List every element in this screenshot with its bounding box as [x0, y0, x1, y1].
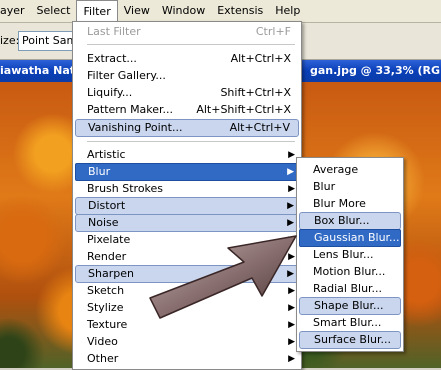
- submenu-stylize[interactable]: Stylize ▶: [75, 299, 299, 317]
- blur-more-item[interactable]: Blur More: [299, 195, 401, 213]
- filter-gallery-label: Filter Gallery...: [87, 69, 166, 82]
- submenu-label: Stylize: [87, 301, 124, 314]
- vanishing-point-shortcut: Alt+Ctrl+V: [229, 121, 290, 134]
- submenu-arrow-icon: ▶: [287, 167, 294, 177]
- blur-item-label: Blur More: [313, 197, 366, 210]
- submenu-video[interactable]: Video ▶: [75, 333, 299, 351]
- shape-blur-item[interactable]: Shape Blur...: [299, 297, 401, 315]
- blur-item-label: Radial Blur...: [313, 282, 383, 295]
- vanishing-point-item[interactable]: Vanishing Point... Alt+Ctrl+V: [75, 119, 299, 137]
- submenu-label: Texture: [87, 318, 128, 331]
- submenu-arrow-icon: ▶: [288, 286, 295, 296]
- submenu-label: Noise: [88, 216, 119, 229]
- submenu-texture[interactable]: Texture ▶: [75, 316, 299, 334]
- submenu-label: Blur: [88, 165, 111, 178]
- menu-select[interactable]: Select: [31, 0, 77, 22]
- blur-item-label: Shape Blur...: [314, 299, 384, 312]
- blur-item-label: Gaussian Blur...: [314, 231, 400, 244]
- gaussian-blur-item[interactable]: Gaussian Blur...: [299, 229, 401, 247]
- blur-item-label: Surface Blur...: [314, 333, 391, 346]
- liquify-shortcut: Shift+Ctrl+X: [220, 86, 291, 99]
- blur-blur-item[interactable]: Blur: [299, 178, 401, 196]
- menu-filter[interactable]: Filter: [76, 0, 118, 22]
- motion-blur-item[interactable]: Motion Blur...: [299, 263, 401, 281]
- vanishing-point-label: Vanishing Point...: [88, 121, 183, 134]
- menu-divider: [87, 141, 295, 142]
- last-filter-shortcut: Ctrl+F: [255, 25, 291, 38]
- submenu-arrow-icon: ▶: [288, 354, 295, 364]
- menu-view[interactable]: View: [118, 0, 156, 22]
- blur-item-label: Average: [313, 163, 359, 176]
- submenu-other[interactable]: Other ▶: [75, 350, 299, 368]
- submenu-label: Video: [87, 335, 118, 348]
- blur-item-label: Motion Blur...: [313, 265, 386, 278]
- submenu-label: Sharpen: [88, 267, 134, 280]
- submenu-label: Sketch: [87, 284, 125, 297]
- submenu-label: Distort: [88, 199, 126, 212]
- submenu-arrow-icon: ▶: [287, 269, 294, 279]
- submenu-blur[interactable]: Blur ▶: [75, 163, 299, 181]
- submenu-artistic[interactable]: Artistic ▶: [75, 146, 299, 164]
- menu-divider: [87, 44, 295, 45]
- blur-item-label: Blur: [313, 180, 336, 193]
- surface-blur-item[interactable]: Surface Blur...: [299, 331, 401, 349]
- submenu-distort[interactable]: Distort ▶: [75, 197, 299, 215]
- submenu-render[interactable]: Render ▶: [75, 248, 299, 266]
- last-filter-item: Last Filter Ctrl+F: [75, 23, 299, 41]
- smart-blur-item[interactable]: Smart Blur...: [299, 314, 401, 332]
- extract-item[interactable]: Extract... Alt+Ctrl+X: [75, 50, 299, 68]
- box-blur-item[interactable]: Box Blur...: [299, 212, 401, 230]
- submenu-label: Pixelate: [87, 233, 131, 246]
- submenu-noise[interactable]: Noise ▶: [75, 214, 299, 232]
- menu-window[interactable]: Window: [156, 0, 211, 22]
- blur-submenu: Average Blur Blur More Box Blur... Gauss…: [296, 157, 404, 352]
- submenu-arrow-icon: ▶: [288, 303, 295, 313]
- submenu-arrow-icon: ▶: [288, 235, 295, 245]
- submenu-sharpen[interactable]: Sharpen ▶: [75, 265, 299, 283]
- menu-bar: ayer Select Filter View Window Extensis …: [0, 0, 441, 23]
- sample-size-label: ize:: [0, 34, 20, 47]
- menu-layer[interactable]: ayer: [0, 0, 31, 22]
- pattern-maker-label: Pattern Maker...: [87, 103, 174, 116]
- menu-extensis[interactable]: Extensis: [211, 0, 269, 22]
- document-title-start: iawatha Nat: [0, 64, 76, 77]
- submenu-sketch[interactable]: Sketch ▶: [75, 282, 299, 300]
- submenu-label: Artistic: [87, 148, 126, 161]
- document-title-end: gan.jpg @ 33,3% (RGB/: [310, 64, 441, 77]
- lens-blur-item[interactable]: Lens Blur...: [299, 246, 401, 264]
- liquify-item[interactable]: Liquify... Shift+Ctrl+X: [75, 84, 299, 102]
- submenu-brush-strokes[interactable]: Brush Strokes ▶: [75, 180, 299, 198]
- submenu-label: Other: [87, 352, 119, 365]
- submenu-arrow-icon: ▶: [287, 218, 294, 228]
- pattern-maker-item[interactable]: Pattern Maker... Alt+Shift+Ctrl+X: [75, 101, 299, 119]
- submenu-arrow-icon: ▶: [288, 320, 295, 330]
- submenu-arrow-icon: ▶: [288, 184, 295, 194]
- menu-help[interactable]: Help: [269, 0, 306, 22]
- submenu-arrow-icon: ▶: [288, 337, 295, 347]
- blur-item-label: Smart Blur...: [313, 316, 382, 329]
- filter-gallery-item[interactable]: Filter Gallery...: [75, 67, 299, 85]
- last-filter-label: Last Filter: [87, 25, 141, 38]
- submenu-pixelate[interactable]: Pixelate ▶: [75, 231, 299, 249]
- blur-average-item[interactable]: Average: [299, 161, 401, 179]
- filter-menu: Last Filter Ctrl+F Extract... Alt+Ctrl+X…: [72, 21, 302, 370]
- blur-item-label: Box Blur...: [314, 214, 370, 227]
- submenu-arrow-icon: ▶: [287, 201, 294, 211]
- extract-shortcut: Alt+Ctrl+X: [230, 52, 291, 65]
- submenu-label: Render: [87, 250, 127, 263]
- blur-item-label: Lens Blur...: [313, 248, 374, 261]
- submenu-arrow-icon: ▶: [288, 150, 295, 160]
- radial-blur-item[interactable]: Radial Blur...: [299, 280, 401, 298]
- submenu-arrow-icon: ▶: [288, 252, 295, 262]
- submenu-label: Brush Strokes: [87, 182, 164, 195]
- extract-label: Extract...: [87, 52, 137, 65]
- sample-size-select[interactable]: Point Samp: [18, 31, 79, 51]
- pattern-maker-shortcut: Alt+Shift+Ctrl+X: [196, 103, 291, 116]
- liquify-label: Liquify...: [87, 86, 133, 99]
